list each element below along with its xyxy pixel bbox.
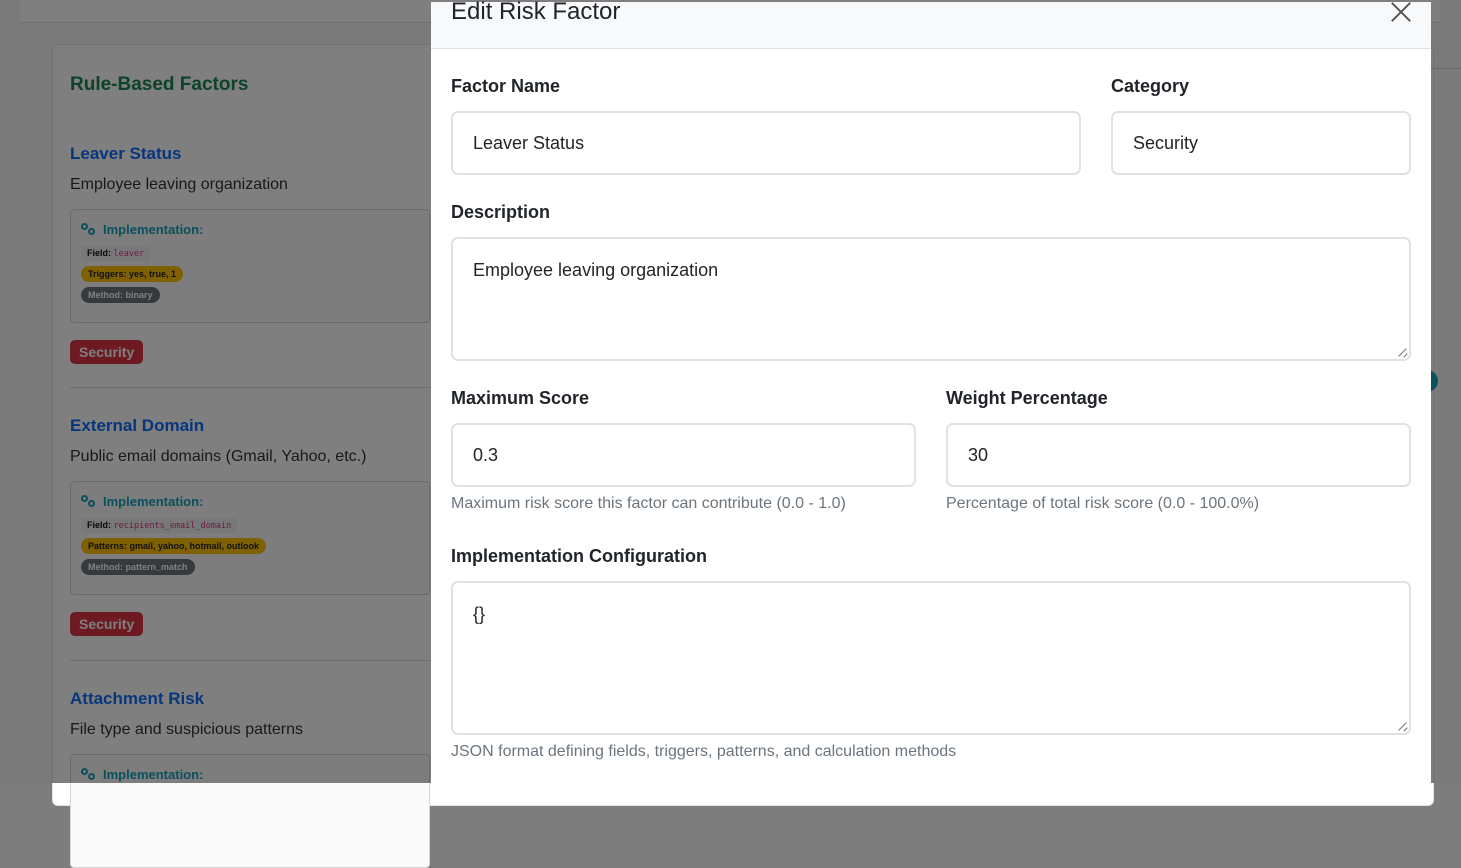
category-input[interactable] — [1111, 111, 1411, 175]
weight-input[interactable] — [946, 423, 1411, 487]
modal-header: Edit Risk Factor — [431, 0, 1431, 49]
resize-handle-icon[interactable] — [1398, 722, 1407, 731]
close-icon[interactable] — [1387, 0, 1415, 27]
implementation-config-textarea[interactable]: {} — [451, 581, 1411, 735]
implementation-config-label: Implementation Configuration — [451, 546, 707, 566]
modal-title: Edit Risk Factor — [451, 0, 621, 25]
edit-risk-factor-modal: Edit Risk Factor Factor Name Category De… — [431, 0, 1431, 802]
weight-label: Weight Percentage — [946, 388, 1108, 408]
max-score-label: Maximum Score — [451, 388, 590, 408]
category-label: Category — [1111, 76, 1190, 96]
factor-name-label: Factor Name — [451, 76, 561, 96]
factor-name-input[interactable] — [451, 111, 1081, 175]
resize-handle-icon[interactable] — [1398, 348, 1407, 357]
implementation-config-hint: JSON format defining fields, triggers, p… — [451, 743, 957, 760]
description-label: Description — [451, 202, 551, 222]
max-score-hint: Maximum risk score this factor can contr… — [451, 495, 846, 512]
description-textarea[interactable]: Employee leaving organization — [451, 237, 1411, 361]
weight-hint: Percentage of total risk score (0.0 - 10… — [946, 495, 1260, 512]
max-score-input[interactable] — [451, 423, 916, 487]
